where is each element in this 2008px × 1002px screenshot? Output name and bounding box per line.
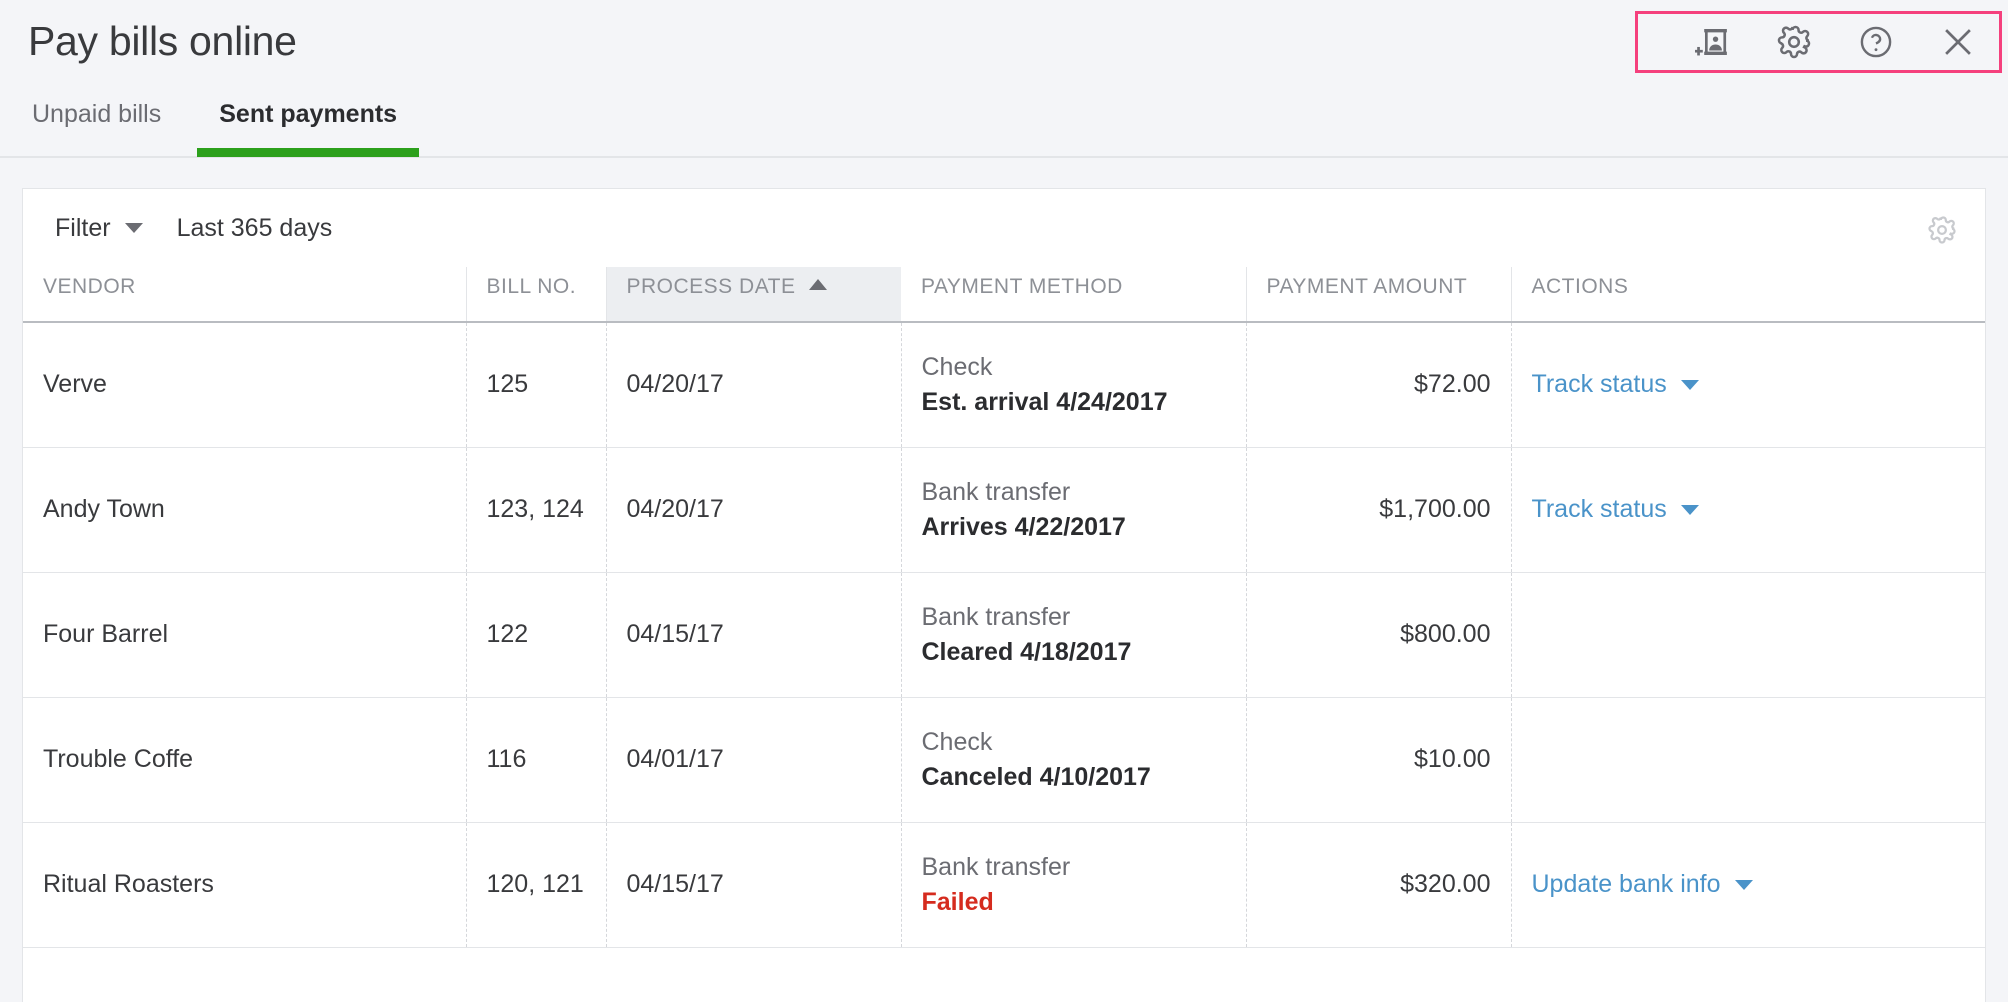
filter-label: Filter [55, 213, 111, 242]
payment-method-type: Bank transfer [921, 603, 1071, 631]
table-row[interactable]: Verve 125 04/20/17 Check Est. arrival 4/… [23, 322, 1985, 448]
column-label-bill-no: BILL NO. [486, 275, 577, 298]
cell-payment-amount: $72.00 [1245, 322, 1511, 448]
table-row[interactable]: Ritual Roasters 120, 121 04/15/17 Bank t… [23, 822, 1985, 948]
app-header: Pay bills online [0, 0, 2008, 92]
column-label-payment-method: PAYMENT METHOD [921, 275, 1123, 298]
payment-method-status: Arrives 4/22/2017 [921, 512, 1126, 541]
header-icon-group-highlight [1635, 11, 2002, 73]
table-header-row: VENDOR BILL NO. PROCESS DATE PAYMENT MET… [23, 267, 1985, 323]
cell-vendor: Ritual Roasters [23, 822, 466, 948]
cell-actions [1510, 572, 1985, 698]
update-bank-info-button[interactable]: Update bank info [1532, 870, 1753, 899]
cell-payment-amount: $320.00 [1245, 822, 1511, 948]
chevron-down-icon [124, 223, 143, 233]
cell-actions: Track status [1510, 447, 1985, 573]
chevron-down-icon [1734, 879, 1753, 890]
column-label-actions: ACTIONS [1531, 275, 1629, 298]
action-label: Track status [1531, 370, 1667, 399]
cell-vendor: Verve [23, 322, 466, 448]
cell-process-date: 04/01/17 [605, 697, 901, 823]
cell-bill-no: 123, 124 [465, 447, 606, 573]
table-body: Verve 125 04/20/17 Check Est. arrival 4/… [23, 322, 1985, 948]
table-settings-gear-icon[interactable] [1927, 215, 1957, 250]
column-label-vendor: VENDOR [43, 275, 136, 298]
gear-icon[interactable] [1775, 23, 1813, 61]
cell-payment-amount: $10.00 [1245, 697, 1511, 823]
sort-ascending-icon [809, 279, 828, 290]
cell-payment-method: Bank transfer Cleared 4/18/2017 [900, 572, 1246, 698]
cell-actions: Update bank info [1510, 822, 1985, 948]
cell-actions [1510, 697, 1985, 823]
tab-unpaid-bills[interactable]: Unpaid bills [32, 92, 161, 157]
filter-date-range[interactable]: Last 365 days [177, 214, 333, 243]
cell-process-date: 04/20/17 [605, 322, 901, 448]
column-header-vendor[interactable]: VENDOR [23, 267, 466, 323]
payment-method-status: Est. arrival 4/24/2017 [921, 387, 1168, 416]
cell-vendor: Four Barrel [23, 572, 466, 698]
cell-process-date: 04/20/17 [605, 447, 901, 573]
table-row[interactable]: Trouble Coffe 116 04/01/17 Check Cancele… [23, 697, 1985, 823]
action-label: Update bank info [1531, 870, 1721, 898]
cell-vendor: Andy Town [23, 447, 466, 573]
column-header-payment-amount[interactable]: PAYMENT AMOUNT [1245, 267, 1511, 323]
payment-method-type: Bank transfer [921, 478, 1071, 506]
column-header-payment-method[interactable]: PAYMENT METHOD [901, 267, 1246, 323]
cell-payment-method: Check Canceled 4/10/2017 [900, 697, 1246, 823]
cell-bill-no: 120, 121 [465, 822, 606, 948]
track-status-button[interactable]: Track status [1532, 495, 1699, 524]
tab-bar: Unpaid bills Sent payments [0, 92, 2008, 158]
payment-method-type: Bank transfer [921, 853, 1071, 881]
filter-dropdown[interactable]: Filter [55, 214, 143, 243]
cell-bill-no: 116 [465, 697, 606, 823]
cell-vendor: Trouble Coffe [23, 697, 466, 823]
cell-bill-no: 125 [465, 322, 606, 448]
cell-payment-method: Bank transfer Arrives 4/22/2017 [900, 447, 1246, 573]
payment-method-status: Cleared 4/18/2017 [921, 637, 1132, 666]
cell-bill-no: 122 [465, 572, 606, 698]
tab-sent-payments[interactable]: Sent payments [197, 92, 419, 157]
cell-process-date: 04/15/17 [605, 572, 901, 698]
cell-payment-method: Bank transfer Failed [900, 822, 1246, 948]
add-photo-icon[interactable] [1693, 23, 1731, 61]
action-label: Track status [1531, 495, 1667, 523]
cell-payment-amount: $1,700.00 [1245, 447, 1511, 573]
chevron-down-icon [1680, 379, 1699, 390]
help-icon[interactable] [1857, 23, 1895, 61]
filter-bar: Filter Last 365 days [23, 189, 1985, 267]
cell-payment-amount: $800.00 [1245, 572, 1511, 698]
track-status-button[interactable]: Track status [1532, 370, 1699, 399]
cell-process-date: 04/15/17 [605, 822, 901, 948]
chevron-down-icon [1680, 504, 1699, 515]
close-icon[interactable] [1939, 23, 1977, 61]
payment-method-status: Failed [921, 887, 994, 916]
column-header-bill-no[interactable]: BILL NO. [465, 267, 606, 323]
column-header-actions: ACTIONS [1510, 267, 1985, 323]
cell-actions: Track status [1510, 322, 1985, 448]
column-header-process-date[interactable]: PROCESS DATE [605, 267, 901, 323]
sent-payments-table: VENDOR BILL NO. PROCESS DATE PAYMENT MET… [23, 267, 1985, 948]
table-row[interactable]: Four Barrel 122 04/15/17 Bank transfer C… [23, 572, 1985, 698]
column-label-process-date: PROCESS DATE [626, 275, 796, 298]
column-label-payment-amount: PAYMENT AMOUNT [1266, 275, 1468, 298]
payment-method-type: Check [921, 353, 993, 382]
page-title: Pay bills online [28, 18, 297, 64]
payment-method-type: Check [921, 728, 993, 756]
table-header: VENDOR BILL NO. PROCESS DATE PAYMENT MET… [23, 267, 1985, 323]
payment-method-status: Canceled 4/10/2017 [921, 762, 1151, 791]
table-row[interactable]: Andy Town 123, 124 04/20/17 Bank transfe… [23, 447, 1985, 573]
cell-payment-method: Check Est. arrival 4/24/2017 [900, 322, 1246, 448]
sent-payments-card: Filter Last 365 days VENDOR BILL NO. PRO… [22, 188, 1986, 1002]
